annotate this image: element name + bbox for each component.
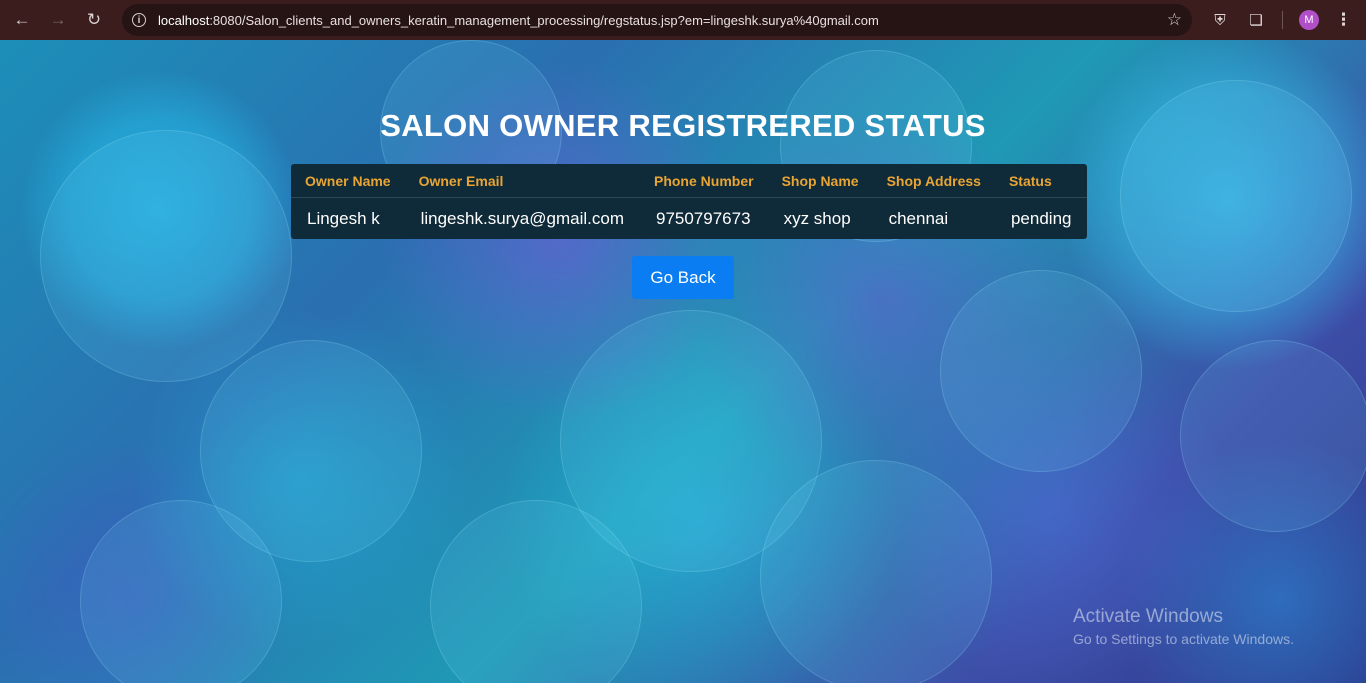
table-header-row: Owner Name Owner Email Phone Number Shop… (291, 164, 1088, 198)
column-header-status: Status (994, 164, 1088, 198)
cell-phone-number: 9750797673 (655, 208, 751, 228)
column-header-shop-address: Shop Address (872, 164, 995, 198)
address-bar[interactable]: i localhost:8080/Salon_clients_and_owner… (122, 4, 1192, 36)
avatar[interactable]: M (1299, 10, 1319, 30)
menu-icon[interactable]: ⋮ (1335, 10, 1352, 30)
column-header-shop-name: Shop Name (767, 164, 873, 198)
column-header-owner-name: Owner Name (291, 164, 405, 198)
reload-icon[interactable]: ↻ (80, 6, 108, 34)
url-path: :8080/Salon_clients_and_owners_keratin_m… (209, 12, 879, 28)
go-back-button[interactable]: Go Back (632, 256, 734, 299)
cell-status: pending (1010, 208, 1072, 228)
shield-icon[interactable]: ⛨ (1210, 10, 1230, 30)
watermark-title: Activate Windows (1073, 606, 1223, 627)
page-title: SALON OWNER REGISTRERED STATUS (380, 108, 986, 143)
column-header-phone-number: Phone Number (639, 164, 768, 198)
cell-owner-name: Lingesh k (307, 208, 380, 228)
toolbar-divider (1282, 11, 1283, 29)
table-row: Lingesh k lingeshk.surya@gmail.com 97507… (291, 198, 1087, 240)
info-icon[interactable]: i (132, 13, 146, 27)
registration-status-table: Owner Name Owner Email Phone Number Shop… (291, 164, 1088, 240)
url-host: localhost (158, 12, 210, 28)
background-bubble (40, 130, 292, 382)
background-bubble (760, 460, 992, 683)
browser-toolbar: ← → ↻ i localhost:8080/Salon_clients_and… (0, 0, 1366, 40)
back-arrow-icon[interactable]: ← (8, 6, 36, 34)
extensions-area: ⛨ ❏ M ⋮ (1210, 10, 1352, 30)
column-header-owner-email: Owner Email (404, 164, 640, 198)
background-bubble (1180, 340, 1366, 532)
cell-shop-address: chennai (888, 208, 949, 228)
windows-activation-watermark: Activate Windows Go to Settings to activ… (1073, 605, 1294, 649)
background-bubble (940, 270, 1142, 472)
watermark-subtitle: Go to Settings to activate Windows. (1073, 631, 1294, 647)
cell-owner-email: lingeshk.surya@gmail.com (420, 208, 624, 228)
url-text[interactable]: localhost:8080/Salon_clients_and_owners_… (158, 13, 1167, 28)
cell-shop-name: xyz shop (783, 208, 851, 228)
forward-arrow-icon[interactable]: → (44, 6, 72, 34)
page-viewport: SALON OWNER REGISTRERED STATUS Owner Nam… (0, 40, 1366, 683)
extensions-icon[interactable]: ❏ (1246, 10, 1266, 30)
star-icon[interactable]: ☆ (1167, 10, 1182, 30)
